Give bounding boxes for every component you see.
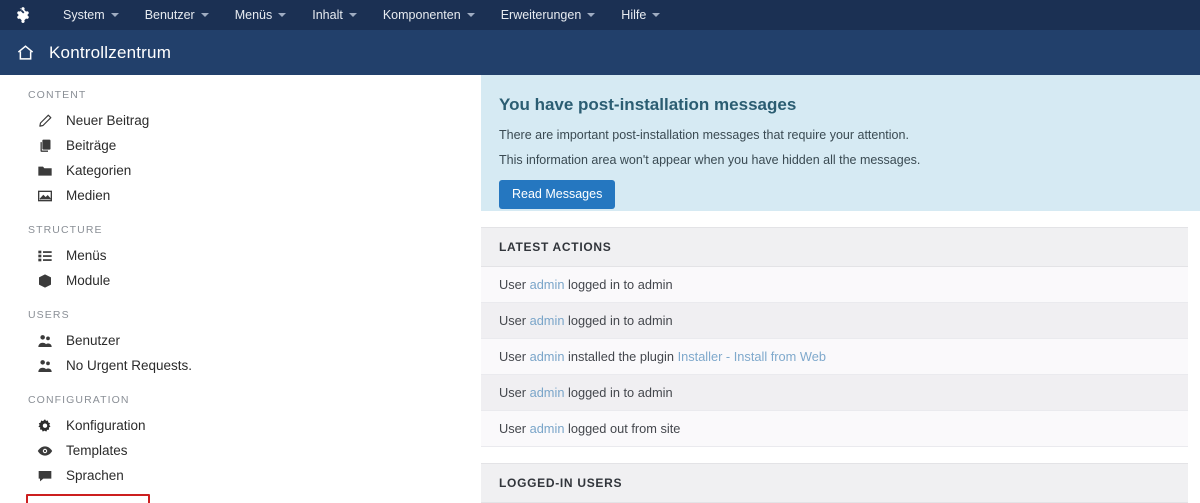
folder-icon xyxy=(36,162,54,180)
sidebar-item-label: No Urgent Requests. xyxy=(66,358,193,373)
chevron-down-icon xyxy=(652,13,661,17)
row-text-pre: User xyxy=(499,313,530,328)
sidebar-item-module[interactable]: Module xyxy=(0,268,481,293)
sidebar-item-no-urgent-requests[interactable]: No Urgent Requests. xyxy=(0,353,481,378)
table-row[interactable]: User admin logged in to admin xyxy=(481,267,1188,303)
sidebar-item-sprachen[interactable]: Sprachen xyxy=(0,463,481,488)
latest-actions-panel: LATEST ACTIONS User admin logged in to a… xyxy=(481,227,1200,447)
latest-actions-title: LATEST ACTIONS xyxy=(481,227,1188,267)
table-row[interactable]: User admin logged in to admin xyxy=(481,303,1188,339)
copy-icon xyxy=(36,137,54,155)
user-link[interactable]: admin xyxy=(530,313,565,328)
cube-icon xyxy=(36,272,54,290)
page-title: Kontrollzentrum xyxy=(49,42,172,62)
sidebar-item-templates[interactable]: Templates xyxy=(0,438,481,463)
post-installation-messages-panel: You have post-installation messages Ther… xyxy=(481,75,1200,211)
menu-item-inhalt[interactable]: Inhalt xyxy=(299,8,370,22)
logged-in-users-panel: LOGGED-IN USERS xyxy=(481,463,1200,503)
chevron-down-icon xyxy=(348,13,357,17)
sidebar-item-neuer-beitrag[interactable]: Neuer Beitrag xyxy=(0,108,481,133)
menu-item-label: Inhalt xyxy=(312,8,343,22)
sidebar-item-benutzer[interactable]: Benutzer xyxy=(0,328,481,353)
image-icon xyxy=(36,187,54,205)
menu-item-system[interactable]: System xyxy=(50,8,132,22)
list-icon xyxy=(36,247,54,265)
sidebar-item-medien[interactable]: Medien xyxy=(0,183,481,208)
menu-item-erweiterungen[interactable]: Erweiterungen xyxy=(488,8,609,22)
sidebar-group-title-content: CONTENT xyxy=(28,89,87,101)
row-text-post: logged out from site xyxy=(564,421,681,436)
table-row[interactable]: User admin logged in to admin xyxy=(481,375,1188,411)
sidebar-item-label: Konfiguration xyxy=(66,418,146,433)
menu-item-label: Komponenten xyxy=(382,8,461,22)
eye-icon xyxy=(36,442,54,460)
users-icon xyxy=(36,332,54,350)
logged-in-users-title: LOGGED-IN USERS xyxy=(481,463,1188,503)
menu-item-label: Menüs xyxy=(234,8,273,22)
sidebar-item-konfiguration[interactable]: Konfiguration xyxy=(0,413,481,438)
sidebar-item-kategorien[interactable]: Kategorien xyxy=(0,158,481,183)
users-icon xyxy=(36,357,54,375)
row-text-pre: User xyxy=(499,277,530,292)
sidebar-item-label: Templates xyxy=(66,443,128,458)
sidebar-item-menues[interactable]: Menüs xyxy=(0,243,481,268)
plugin-link[interactable]: Installer - Install from Web xyxy=(678,349,826,364)
user-link[interactable]: admin xyxy=(530,421,565,436)
sidebar-item-label: Benutzer xyxy=(66,333,121,348)
joomla-logo-icon[interactable] xyxy=(14,6,32,24)
row-text-post: logged in to admin xyxy=(564,277,673,292)
konfiguration-highlight-box xyxy=(26,494,150,503)
info-panel-title: You have post-installation messages xyxy=(499,95,797,114)
sidebar-item-label: Neuer Beitrag xyxy=(66,113,150,128)
sidebar-item-label: Menüs xyxy=(66,248,107,263)
chevron-down-icon xyxy=(466,13,475,17)
pencil-icon xyxy=(36,112,54,130)
sidebar-item-label: Kategorien xyxy=(66,163,132,178)
row-text-post: logged in to admin xyxy=(564,313,673,328)
menu-item-komponenten[interactable]: Komponenten xyxy=(370,8,488,22)
sidebar-group-title-structure: STRUCTURE xyxy=(28,224,103,236)
top-menu-items: System Benutzer Menüs Inhalt Komponenten… xyxy=(50,8,673,22)
menu-item-label: System xyxy=(63,8,105,22)
page-header: Kontrollzentrum xyxy=(0,30,1200,75)
read-messages-button[interactable]: Read Messages xyxy=(499,180,616,209)
latest-actions-rows: User admin logged in to admin User admin… xyxy=(481,267,1188,447)
table-row[interactable]: User admin logged out from site xyxy=(481,411,1188,447)
main-content: You have post-installation messages Ther… xyxy=(481,75,1200,503)
sidebar: CONTENT Neuer Beitrag Beiträge Kategorie… xyxy=(0,75,481,503)
info-panel-line-1: There are important post-installation me… xyxy=(499,128,909,142)
user-link[interactable]: admin xyxy=(530,385,565,400)
sidebar-item-label: Beiträge xyxy=(66,138,117,153)
info-panel-line-2: This information area won't appear when … xyxy=(499,153,921,167)
table-row[interactable]: User admin installed the plugin Installe… xyxy=(481,339,1188,375)
menu-item-hilfe[interactable]: Hilfe xyxy=(608,8,673,22)
sidebar-item-beitraege[interactable]: Beiträge xyxy=(0,133,481,158)
menu-item-label: Benutzer xyxy=(144,8,195,22)
menu-item-benutzer[interactable]: Benutzer xyxy=(132,8,222,22)
chevron-down-icon xyxy=(200,13,209,17)
row-text-pre: User xyxy=(499,385,530,400)
chevron-down-icon xyxy=(278,13,287,17)
sidebar-item-label: Module xyxy=(66,273,111,288)
sidebar-group-title-users: USERS xyxy=(28,309,70,321)
row-text-pre: User xyxy=(499,349,530,364)
sidebar-item-label: Sprachen xyxy=(66,468,124,483)
gear-icon xyxy=(36,417,54,435)
row-text-pre: User xyxy=(499,421,530,436)
chevron-down-icon xyxy=(110,13,119,17)
sidebar-item-label: Medien xyxy=(66,188,111,203)
top-menu-bar: System Benutzer Menüs Inhalt Komponenten… xyxy=(0,0,1200,30)
sidebar-group-title-configuration: CONFIGURATION xyxy=(28,394,130,406)
speech-bubble-icon xyxy=(36,467,54,485)
menu-item-label: Hilfe xyxy=(621,8,647,22)
row-text-post: installed the plugin xyxy=(564,349,678,364)
row-text-post: logged in to admin xyxy=(564,385,673,400)
page-body: CONTENT Neuer Beitrag Beiträge Kategorie… xyxy=(0,75,1200,503)
menu-item-menues[interactable]: Menüs xyxy=(222,8,300,22)
user-link[interactable]: admin xyxy=(530,349,565,364)
chevron-down-icon xyxy=(587,13,596,17)
user-link[interactable]: admin xyxy=(530,277,565,292)
menu-item-label: Erweiterungen xyxy=(500,8,582,22)
home-icon xyxy=(16,43,35,62)
